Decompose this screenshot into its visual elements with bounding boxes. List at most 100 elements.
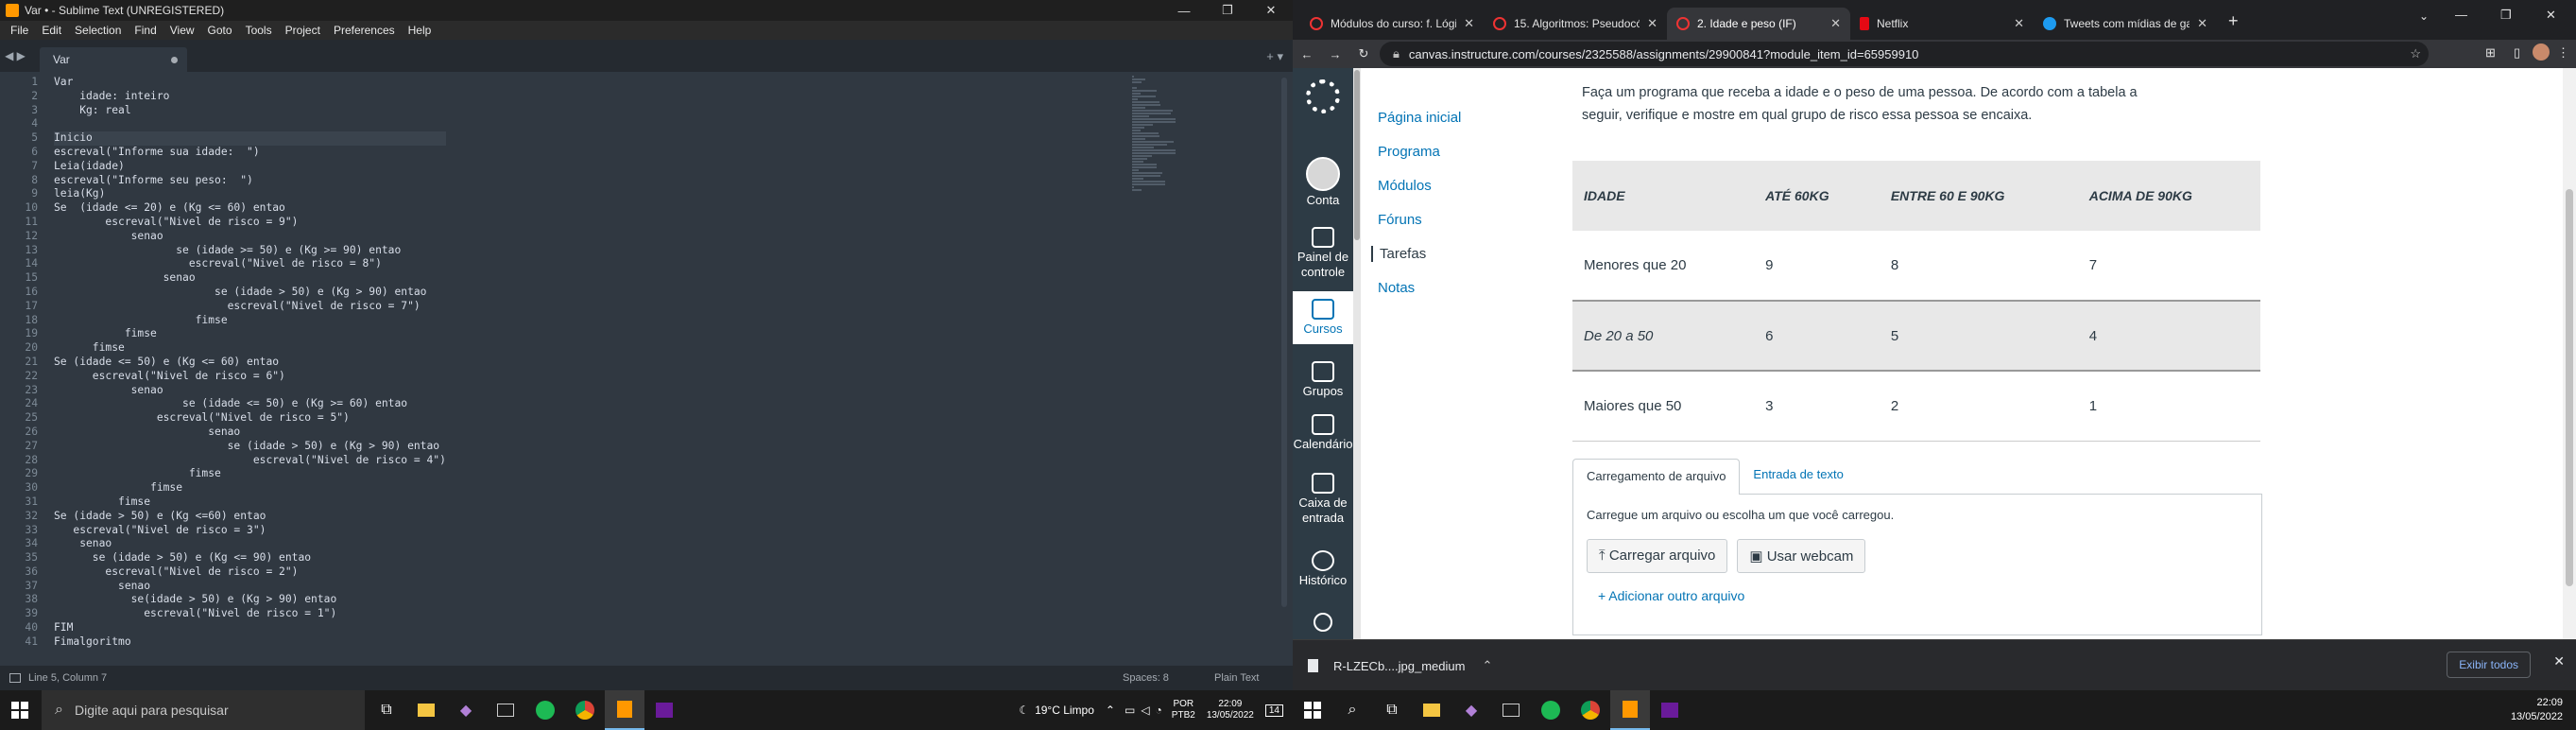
code-line[interactable]: Leia(idade) [54, 160, 446, 174]
app-taskbar-icon[interactable] [644, 690, 684, 730]
volume-icon[interactable]: ◁ [1141, 704, 1149, 717]
course-nav-syllabus[interactable]: Programa [1378, 144, 1440, 160]
menu-find[interactable]: Find [128, 24, 163, 37]
app-taskbar-icon[interactable] [1650, 690, 1690, 730]
code-line[interactable]: se (idade > 50) e (Kg > 90) entao [54, 286, 446, 300]
browser-tab[interactable]: Netflix ✕ [1850, 8, 2034, 40]
tray-overflow-icon[interactable]: ⌃ [1106, 704, 1115, 717]
code-editor[interactable]: 1 2 3 4 5 6 7 8 9 10 11 12 13 14 15 16 17 18 19 20 21 22 23 24 2… [0, 72, 1293, 666]
code-line[interactable]: Se (idade > 50) e (Kg <=60) entao [54, 510, 446, 524]
code-line[interactable]: Se (idade <= 20) e (Kg <= 60) entao [54, 201, 446, 216]
code-line[interactable]: se (idade > 50) e (Kg <= 90) entao [54, 551, 446, 565]
code-line[interactable]: escreval("Nivel de risco = 2") [54, 565, 446, 580]
unsaved-dot-icon[interactable] [171, 56, 178, 63]
code-line[interactable]: fimse [54, 341, 446, 356]
nav-groups[interactable]: Grupos [1293, 361, 1353, 399]
code-line[interactable] [54, 117, 446, 131]
code-line[interactable]: escreval("Nivel de risco = 7") [54, 300, 446, 314]
menu-edit[interactable]: Edit [35, 24, 68, 37]
canvas-logo-icon[interactable] [1306, 79, 1340, 113]
code-line[interactable]: se(idade > 50) e (Kg > 90) entao [54, 593, 446, 607]
menu-kebab-icon[interactable]: ⋮ [2557, 45, 2569, 61]
nav-dashboard[interactable]: Painel de controle [1293, 227, 1353, 280]
spotify-icon[interactable] [525, 690, 565, 730]
code-line[interactable]: Se (idade <= 50) e (Kg <= 60) entao [54, 356, 446, 370]
course-nav-home[interactable]: Página inicial [1378, 110, 1461, 126]
code-line[interactable]: fimse [54, 314, 446, 328]
code-line[interactable]: senao [54, 271, 446, 286]
language-indicator[interactable]: POR PTB2 [1172, 699, 1195, 721]
page-scrollbar[interactable] [2563, 68, 2576, 639]
code-line[interactable]: leia(Kg) [54, 187, 446, 201]
tab-file-upload[interactable]: Carregamento de arquivo [1572, 459, 1741, 495]
code-line[interactable]: Var [54, 76, 446, 90]
lock-icon[interactable]: 🔒︎ [1393, 46, 1400, 61]
menu-goto[interactable]: Goto [201, 24, 239, 37]
clock[interactable]: 22:09 13/05/2022 [2511, 696, 2563, 724]
code-line[interactable]: escreval("Nivel de risco = 8") [54, 257, 446, 271]
battery-icon[interactable]: ▭ [1125, 704, 1135, 717]
extensions-icon[interactable]: ⊞ [2485, 45, 2496, 61]
minimize-icon[interactable]: — [2455, 8, 2467, 22]
menu-help[interactable]: Help [402, 24, 438, 37]
weather-icon[interactable]: ☾ [1019, 704, 1029, 717]
terminal-icon[interactable] [1491, 690, 1531, 730]
close-icon[interactable]: ✕ [2546, 8, 2556, 23]
editor-scrollbar[interactable] [1281, 78, 1287, 607]
network-icon[interactable]: ◔ [1156, 704, 1162, 717]
visual-studio-icon[interactable]: ◆ [446, 690, 486, 730]
code-line[interactable]: idade: inteiro [54, 90, 446, 104]
menu-project[interactable]: Project [279, 24, 327, 37]
code-line[interactable]: fimse [54, 327, 446, 341]
task-view-icon[interactable]: ⧉ [1372, 690, 1412, 730]
code-line[interactable]: senao [54, 230, 446, 244]
tab-close-icon[interactable]: ✕ [1647, 16, 1657, 31]
task-view-icon[interactable]: ⧉ [367, 690, 406, 730]
code-line[interactable]: Kg: real [54, 104, 446, 118]
nav-courses[interactable]: Cursos [1293, 291, 1353, 344]
spotify-icon[interactable] [1531, 690, 1571, 730]
close-icon[interactable]: ✕ [1249, 0, 1293, 21]
course-nav-assignments[interactable]: Tarefas [1371, 246, 1426, 262]
code-line[interactable]: escreval("Informe seu peso: ") [54, 174, 446, 188]
code-line[interactable]: Inicio [54, 131, 446, 146]
maximize-icon[interactable]: ❐ [1206, 0, 1249, 21]
tab-close-icon[interactable]: ✕ [1464, 16, 1474, 31]
profile-avatar[interactable] [2533, 43, 2550, 61]
code-line[interactable]: escreval("Nivel de risco = 1") [54, 607, 446, 621]
back-icon[interactable]: ← [1293, 47, 1321, 61]
code-line[interactable]: fimse [54, 495, 446, 510]
code-text[interactable]: Var idade: inteiro Kg: real Inicio escreva… [54, 76, 446, 650]
search-icon[interactable]: ⌕ [1332, 690, 1372, 730]
course-nav-discussions[interactable]: Fóruns [1378, 212, 1422, 228]
bookmark-star-icon[interactable]: ☆ [2410, 46, 2421, 61]
code-line[interactable]: escreval("Nivel de risco = 3") [54, 524, 446, 538]
menu-preferences[interactable]: Preferences [327, 24, 402, 37]
code-line[interactable]: escreval("Nivel de risco = 6") [54, 370, 446, 384]
nav-calendar[interactable]: Calendário [1293, 414, 1353, 452]
code-line[interactable]: se (idade >= 50) e (Kg >= 90) entao [54, 244, 446, 258]
nav-history[interactable]: Histórico [1293, 550, 1353, 588]
menu-view[interactable]: View [163, 24, 201, 37]
menu-file[interactable]: File [4, 24, 35, 37]
tab-nav-arrows-icon[interactable]: ◀ ▶ [0, 49, 30, 62]
chrome-icon[interactable] [565, 690, 605, 730]
file-explorer-icon[interactable] [1412, 690, 1451, 730]
tab-search-icon[interactable]: ⌄ [2419, 9, 2429, 23]
code-line[interactable]: senao [54, 537, 446, 551]
terminal-icon[interactable] [486, 690, 525, 730]
close-icon[interactable]: ✕ [2553, 653, 2565, 669]
nav-account[interactable]: Conta [1293, 157, 1353, 208]
code-line[interactable]: escreval("Nivel de risco = 9") [54, 216, 446, 230]
course-nav-grades[interactable]: Notas [1378, 280, 1415, 296]
address-bar[interactable]: 🔒︎ canvas.instructure.com/courses/232558… [1380, 42, 2429, 66]
code-line[interactable]: senao [54, 580, 446, 594]
tab-text-entry[interactable]: Entrada de texto [1740, 458, 1856, 494]
show-all-button[interactable]: Exibir todos [2447, 652, 2531, 678]
sublime-taskbar-icon[interactable] [605, 690, 644, 730]
forward-icon[interactable]: → [1321, 47, 1349, 61]
code-line[interactable]: FIM [54, 621, 446, 635]
tab-close-icon[interactable]: ✕ [1830, 16, 1841, 31]
new-tab-dropdown-icon[interactable]: + ▾ [1266, 49, 1283, 64]
weather-text[interactable]: 19°C Limpo [1035, 704, 1094, 717]
